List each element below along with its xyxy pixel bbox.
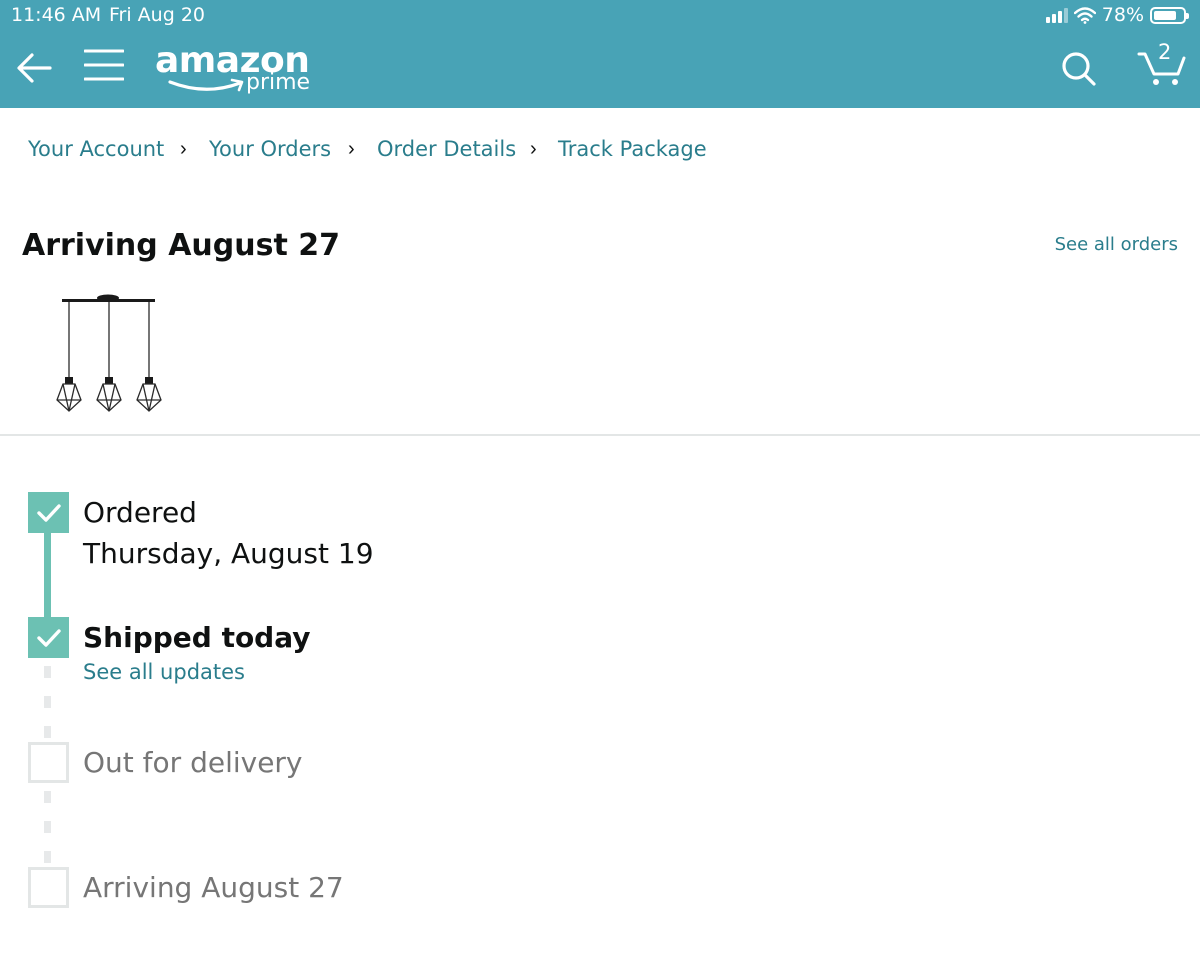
battery-percent: 78%	[1101, 4, 1144, 26]
breadcrumb-separator: ›	[180, 138, 187, 160]
step-ordered-label: Ordered	[83, 496, 197, 529]
cart-count-badge: 2	[1158, 40, 1172, 64]
see-all-orders-link[interactable]: See all orders	[1055, 234, 1178, 255]
page-title: Arriving August 27	[22, 228, 341, 263]
back-button[interactable]	[14, 48, 54, 88]
step-ordered-date: Thursday, August 19	[83, 537, 374, 570]
search-icon	[1062, 52, 1096, 86]
product-image[interactable]	[52, 290, 167, 415]
status-time: 11:46 AM	[11, 4, 102, 26]
breadcrumb-track-package[interactable]: Track Package	[558, 137, 707, 161]
step-arriving-label: Arriving August 27	[83, 871, 344, 904]
back-arrow-icon	[17, 53, 52, 83]
step-arriving-checkbox	[28, 867, 69, 908]
amazon-prime-logo[interactable]: amazon prime	[154, 40, 324, 100]
timeline-dash	[44, 851, 51, 863]
breadcrumb-separator: ›	[530, 138, 537, 160]
signal-icon	[1045, 7, 1068, 23]
timeline-dash	[44, 696, 51, 708]
timeline-dash	[44, 726, 51, 738]
step-out-for-delivery-label: Out for delivery	[83, 746, 303, 779]
logo-prime-text: prime	[246, 70, 311, 95]
timeline-dash	[44, 821, 51, 833]
cart-button[interactable]: 2	[1136, 40, 1188, 88]
breadcrumb-separator: ›	[348, 138, 355, 160]
step-shipped-label: Shipped today	[83, 621, 311, 654]
checkmark-icon	[37, 504, 61, 522]
timeline-progress-line	[44, 530, 51, 620]
breadcrumb-your-account[interactable]: Your Account	[28, 137, 164, 161]
breadcrumb-order-details[interactable]: Order Details	[377, 137, 516, 161]
status-indicators: 78%	[1045, 4, 1189, 26]
see-all-updates-link[interactable]: See all updates	[83, 660, 245, 684]
wifi-icon	[1073, 6, 1096, 24]
section-divider	[0, 434, 1200, 436]
timeline-dash	[44, 666, 51, 678]
pendant-light-image	[56, 294, 162, 412]
timeline-dash	[44, 791, 51, 803]
step-ordered-checkbox	[28, 492, 69, 533]
breadcrumb-your-orders[interactable]: Your Orders	[209, 137, 331, 161]
checkmark-icon	[37, 629, 61, 647]
search-button[interactable]	[1058, 48, 1098, 88]
step-out-for-delivery-checkbox	[28, 742, 69, 783]
status-date: Fri Aug 20	[109, 4, 205, 26]
app-header: 11:46 AM Fri Aug 20 78% amazon prime 2	[0, 0, 1200, 108]
battery-fill	[1154, 10, 1176, 20]
logo-smile-icon	[168, 78, 244, 92]
step-shipped-checkbox	[28, 617, 69, 658]
menu-button[interactable]	[83, 47, 125, 83]
battery-icon	[1150, 6, 1189, 24]
menu-icon	[83, 49, 125, 81]
